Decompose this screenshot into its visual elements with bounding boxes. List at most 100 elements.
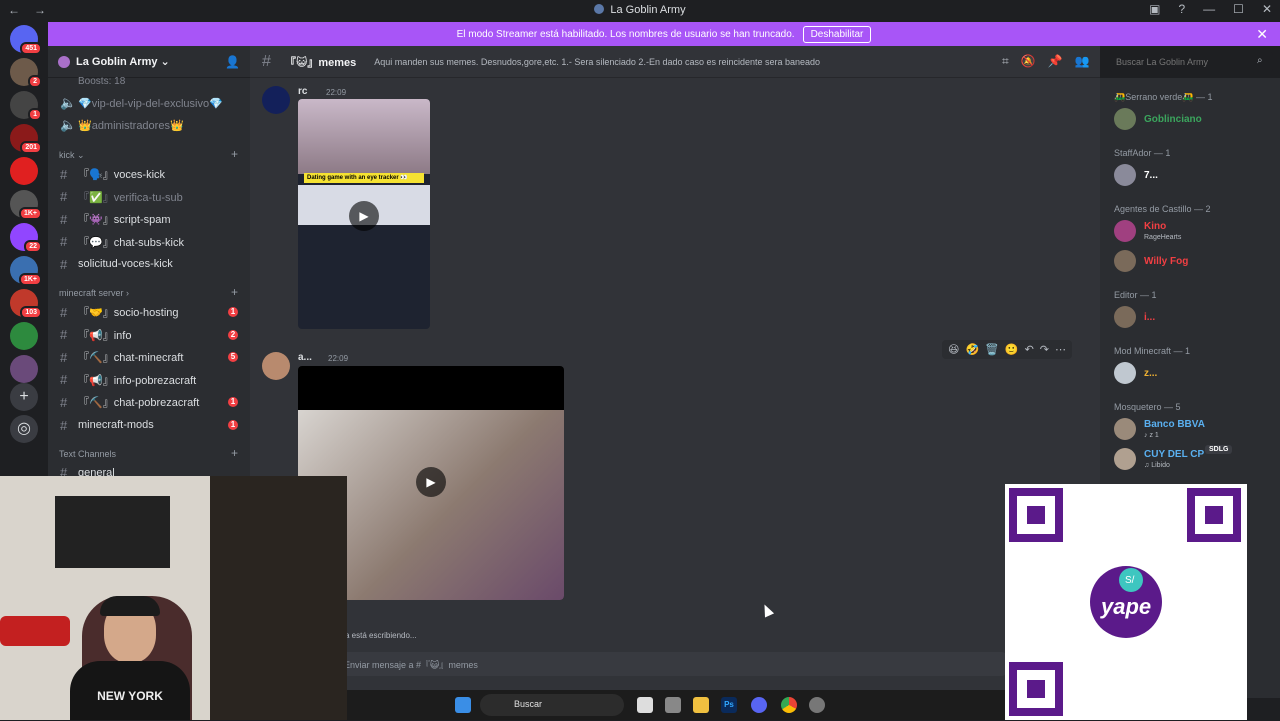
maximize-icon[interactable]: ☐ [1233, 2, 1244, 16]
search-icon[interactable]: ⌕ [1257, 55, 1263, 66]
channel-item[interactable]: # 『🤝』socio-hosting 1 [48, 301, 250, 323]
member-status: ♪ z 1 [1144, 432, 1159, 439]
mention-badge: 451 [20, 42, 42, 55]
message-action-icon[interactable]: 🤣 [965, 343, 979, 356]
server-icon[interactable]: 1 [10, 91, 42, 121]
hash-icon: # [60, 327, 68, 343]
window-controls: ▣ ? — ☐ ✕ [1149, 2, 1272, 16]
member-tag-badge: SDLG [1205, 445, 1233, 454]
add-server-icon[interactable]: + [10, 383, 38, 411]
member-avatar[interactable] [1114, 306, 1136, 328]
member-list-icon[interactable]: 👥 [1075, 54, 1090, 69]
file-explorer-icon[interactable] [693, 697, 709, 713]
photoshop-icon[interactable]: Ps [721, 697, 737, 713]
message-action-icon[interactable]: 🙂 [1005, 343, 1019, 356]
channel-label: 『🗣️』voces-kick [78, 169, 166, 181]
chrome-icon[interactable] [781, 697, 797, 713]
inbox-icon[interactable]: ▣ [1149, 2, 1160, 16]
play-icon[interactable]: ▶ [416, 467, 446, 497]
channel-item[interactable]: # solicitud-voces-kick [48, 253, 250, 275]
member-name[interactable]: Willy Fog [1144, 256, 1188, 267]
channel-item[interactable]: # 『✅』verifica-tu-sub [48, 186, 250, 208]
start-icon[interactable] [455, 697, 471, 713]
discover-icon[interactable]: ◎ [10, 415, 38, 443]
member-avatar[interactable] [1114, 250, 1136, 272]
member-name[interactable]: i... [1144, 312, 1155, 323]
server-icon[interactable] [10, 322, 38, 350]
channel-item[interactable]: # 『📢』info 2 [48, 324, 250, 346]
channel-item[interactable]: # minecraft-mods 1 [48, 414, 250, 436]
channel-topic[interactable]: Aqui manden sus memes. Desnudos,gore,etc… [374, 57, 820, 67]
channel-item[interactable]: # 『💬』chat-subs-kick [48, 231, 250, 253]
minimize-icon[interactable]: — [1203, 2, 1215, 16]
channel-item[interactable]: # general [48, 462, 250, 476]
channel-item[interactable]: # 『🗣️』voces-kick [48, 163, 250, 185]
message-action-icon[interactable]: 🗑️ [985, 343, 999, 356]
message-action-icon[interactable]: ↷ [1040, 343, 1049, 356]
help-icon[interactable]: ? [1178, 2, 1185, 16]
message-action-icon[interactable]: 😆 [948, 343, 959, 356]
server-icon[interactable]: 103 [10, 289, 42, 319]
server-icon[interactable] [10, 157, 38, 185]
channel-item[interactable]: 🔈 👑administradores👑 [48, 114, 250, 136]
member-name[interactable]: Banco BBVA [1144, 419, 1205, 430]
member-name[interactable]: 7... [1144, 170, 1158, 181]
category-header[interactable]: kick ⌄ [59, 150, 85, 161]
video-attachment[interactable]: Dating game with an eye tracker 👀 ▶ [298, 99, 430, 329]
settings-icon[interactable] [809, 697, 825, 713]
member-avatar[interactable] [1114, 108, 1136, 130]
member-name[interactable]: z... [1144, 368, 1157, 379]
message-actions: 😆 🤣 🗑️ 🙂 ↶ ↷ ⋯ [942, 340, 1073, 359]
server-icon[interactable]: 1K+ [10, 256, 42, 286]
notifications-icon[interactable]: 🔕 [1021, 54, 1036, 69]
server-icon[interactable]: 201 [10, 124, 42, 154]
category-header[interactable]: Text Channels [59, 449, 116, 459]
banner-close-icon[interactable]: ✕ [1256, 26, 1268, 43]
member-avatar[interactable] [1114, 362, 1136, 384]
server-icon[interactable]: 22 [10, 223, 42, 253]
hash-icon: # [60, 349, 68, 365]
channel-item[interactable]: # 『⛏️』chat-pobrezacraft 1 [48, 391, 250, 413]
message-author[interactable]: a... [298, 352, 312, 363]
app-icon[interactable] [665, 697, 681, 713]
member-name[interactable]: CUY DEL CP [1144, 449, 1204, 460]
member-avatar[interactable] [1114, 448, 1136, 470]
task-view-icon[interactable] [637, 697, 653, 713]
channel-item[interactable]: # 『📢』info-pobrezacraft [48, 369, 250, 391]
invite-icon[interactable]: 👤 [225, 55, 240, 69]
server-icon[interactable]: 1K+ [10, 190, 42, 220]
disable-button[interactable]: Deshabilitar [802, 25, 872, 43]
member-avatar[interactable] [1114, 220, 1136, 242]
message-author[interactable]: rc [298, 86, 307, 97]
server-icon[interactable]: 2 [10, 58, 42, 88]
avatar[interactable] [262, 86, 290, 114]
close-window-icon[interactable]: ✕ [1262, 2, 1272, 16]
member-avatar[interactable] [1114, 164, 1136, 186]
play-icon[interactable]: ▶ [349, 201, 379, 231]
member-name[interactable]: Goblinciano [1144, 114, 1202, 125]
message-action-icon[interactable]: ↶ [1025, 343, 1034, 356]
message-input[interactable]: Enviar mensaje a #『😺』memes [330, 652, 1006, 676]
add-channel-icon[interactable]: + [231, 147, 238, 161]
member-avatar[interactable] [1114, 418, 1136, 440]
message-action-icon[interactable]: ⋯ [1055, 343, 1066, 356]
discord-icon[interactable] [751, 697, 767, 713]
channel-item[interactable]: # 『⛏️』chat-minecraft 5 [48, 346, 250, 368]
add-channel-icon[interactable]: + [231, 285, 238, 299]
hash-icon: # [60, 394, 68, 410]
add-channel-icon[interactable]: + [231, 446, 238, 460]
threads-icon[interactable]: ⌗ [1002, 54, 1009, 69]
home-discord-icon[interactable]: 451 [10, 25, 42, 55]
server-logo-icon [58, 55, 70, 68]
member-name[interactable]: Kino [1144, 221, 1166, 232]
pinned-icon[interactable]: 📌 [1048, 54, 1063, 69]
server-search-input[interactable] [1110, 52, 1273, 72]
channel-item[interactable]: 🔈 💎vip-del-vip-del-exclusivo💎 [48, 92, 250, 114]
category-header[interactable]: minecraft server › [59, 288, 129, 298]
channel-item[interactable]: # 『👾』script-spam [48, 208, 250, 230]
taskbar-search[interactable]: Buscar [480, 694, 624, 716]
server-icon[interactable] [10, 355, 38, 383]
role-header: Editor — 1 [1114, 290, 1157, 300]
role-header: Mod Minecraft — 1 [1114, 346, 1191, 356]
avatar[interactable] [262, 352, 290, 380]
